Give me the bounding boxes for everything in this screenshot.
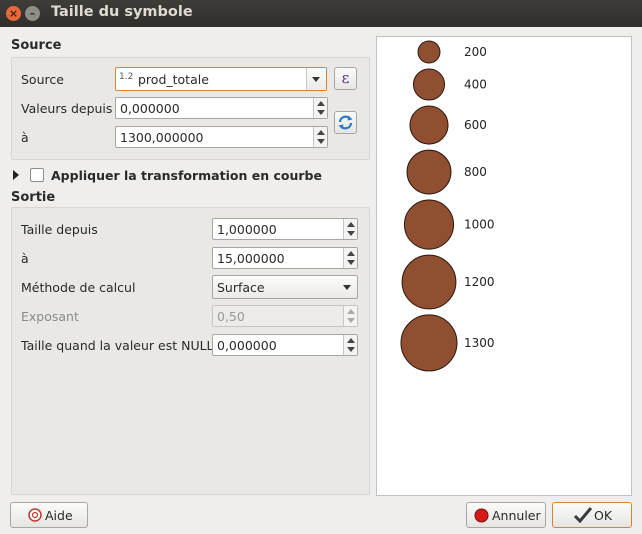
values-to-label: à [21, 130, 29, 145]
size-from-stepper[interactable] [343, 219, 357, 239]
fetch-values-button[interactable] [334, 111, 357, 134]
source-section-title: Source [11, 38, 62, 53]
exponent-label: Exposant [21, 309, 79, 324]
exponent-spinbox: 0,50 [212, 305, 358, 327]
ok-button[interactable]: OK [552, 502, 632, 528]
exponent-value: 0,50 [217, 309, 245, 324]
size-from-spinbox[interactable]: 1,000000 [212, 218, 358, 240]
epsilon-expression-icon: ε [341, 69, 350, 87]
ok-button-label: OK [594, 508, 613, 523]
preview-value-label: 200 [464, 45, 487, 59]
preview-value-label: 1300 [464, 336, 495, 350]
method-label: Méthode de calcul [21, 280, 136, 295]
spin-down-icon[interactable] [347, 231, 355, 236]
values-from-label: Valeurs depuis [21, 101, 113, 116]
values-to-spinbox[interactable]: 1300,000000 [115, 126, 328, 148]
spin-down-icon[interactable] [317, 110, 325, 115]
help-button[interactable]: Aide [10, 502, 88, 528]
preview-circle [412, 68, 446, 101]
cancel-button-label: Annuler [492, 508, 541, 523]
size-to-label: à [21, 251, 29, 266]
method-value[interactable]: Surface [217, 280, 265, 295]
size-preview-panel: 200 400 600 800 1000 1200 1300 [376, 36, 632, 496]
checkmark-icon [573, 507, 593, 524]
help-button-label: Aide [45, 508, 73, 523]
cancel-icon [474, 508, 489, 523]
method-combo[interactable]: Surface [212, 275, 358, 299]
window-title: Taille du symbole [51, 4, 193, 20]
size-from-label: Taille depuis [21, 222, 98, 237]
spin-down-icon[interactable] [347, 347, 355, 352]
source-field-value[interactable]: prod_totale [138, 72, 209, 87]
numeric-type-icon: 1.2 [119, 72, 134, 82]
expand-arrow-icon[interactable] [13, 170, 19, 180]
title-bar: × – Taille du symbole [0, 0, 642, 27]
preview-value-label: 600 [464, 118, 487, 132]
spin-up-icon[interactable] [347, 251, 355, 256]
preview-circle [403, 199, 455, 250]
preview-value-label: 1200 [464, 275, 495, 289]
values-from-stepper[interactable] [313, 98, 327, 118]
null-size-label: Taille quand la valeur est NULL [21, 338, 214, 353]
values-from-value[interactable]: 0,000000 [120, 101, 180, 116]
output-section-title: Sortie [11, 190, 56, 205]
preview-value-label: 1000 [464, 218, 495, 232]
spin-up-icon[interactable] [347, 222, 355, 227]
null-size-value[interactable]: 0,000000 [217, 338, 277, 353]
preview-circle [406, 149, 452, 195]
null-size-stepper[interactable] [343, 335, 357, 355]
spin-down-icon[interactable] [317, 139, 325, 144]
size-from-value[interactable]: 1,000000 [217, 222, 277, 237]
source-dropdown-button[interactable] [306, 68, 326, 90]
values-from-spinbox[interactable]: 0,000000 [115, 97, 328, 119]
spin-up-icon[interactable] [347, 338, 355, 343]
preview-circle [417, 40, 441, 64]
spin-up-icon[interactable] [317, 130, 325, 135]
preview-value-label: 400 [464, 77, 487, 91]
spin-down-icon[interactable] [347, 260, 355, 265]
size-to-value[interactable]: 15,000000 [217, 251, 285, 266]
curve-transform-label[interactable]: Appliquer la transformation en courbe [51, 168, 322, 183]
minimize-window-icon[interactable]: – [25, 6, 40, 21]
chevron-down-icon[interactable] [343, 285, 351, 290]
size-to-spinbox[interactable]: 15,000000 [212, 247, 358, 269]
exponent-stepper [343, 306, 357, 326]
size-to-stepper[interactable] [343, 248, 357, 268]
values-to-stepper[interactable] [313, 127, 327, 147]
source-label: Source [21, 72, 64, 87]
source-field-combo[interactable]: 1.2 prod_totale [115, 67, 327, 91]
preview-circle [409, 105, 449, 145]
cancel-button[interactable]: Annuler [466, 502, 546, 528]
refresh-icon [338, 115, 353, 130]
preview-legend: 200 400 600 800 1000 1200 1300 [400, 40, 495, 372]
curve-transform-checkbox[interactable] [30, 168, 44, 182]
preview-circle [401, 254, 457, 310]
spin-up-icon[interactable] [317, 101, 325, 106]
preview-value-label: 800 [464, 165, 487, 179]
expression-button[interactable]: ε [334, 67, 357, 90]
help-lifebuoy-icon [28, 508, 42, 522]
chevron-down-icon [312, 77, 320, 82]
spin-down-icon [347, 318, 355, 323]
preview-circle [400, 314, 458, 372]
close-window-icon[interactable]: × [6, 6, 21, 21]
spin-up-icon [347, 309, 355, 314]
null-size-spinbox[interactable]: 0,000000 [212, 334, 358, 356]
values-to-value[interactable]: 1300,000000 [120, 130, 204, 145]
